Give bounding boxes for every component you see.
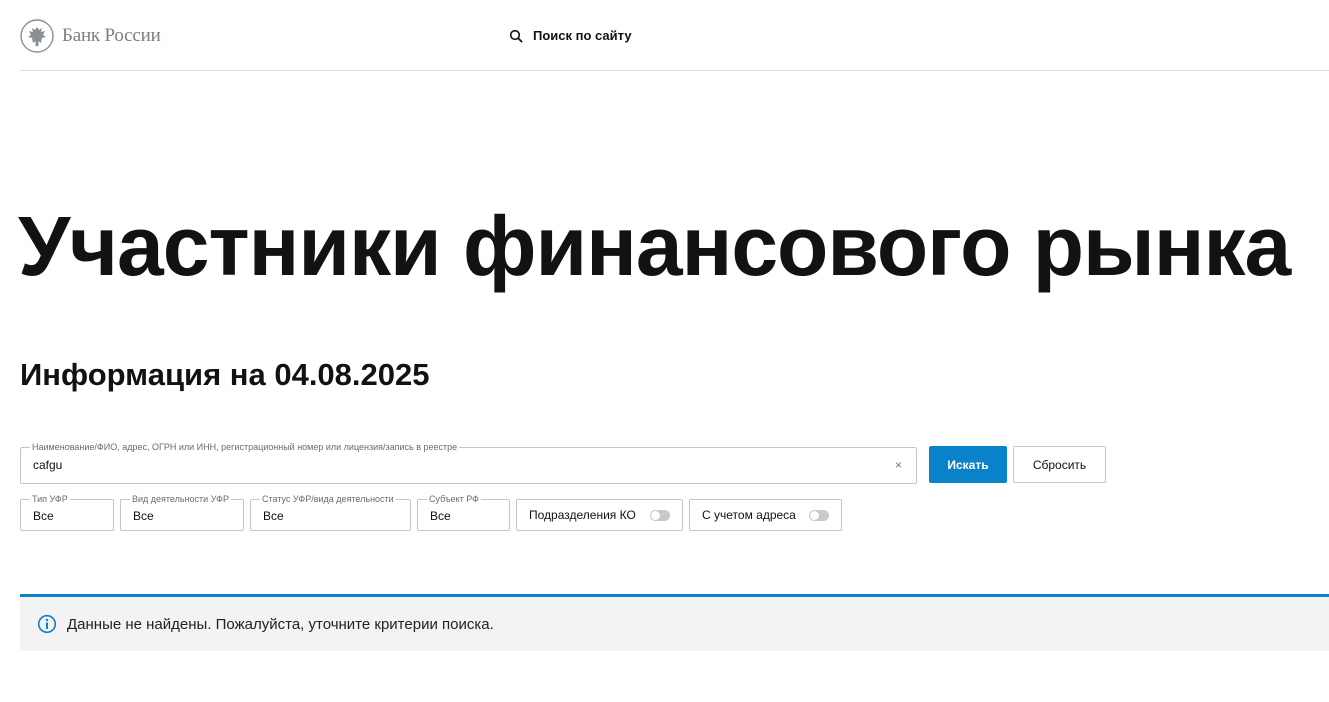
info-icon [37,614,57,634]
filter-activity-select[interactable]: Вид деятельности УФР Все [120,493,244,531]
registry-search-input[interactable]: Наименование/ФИО, адрес, ОГРН или ИНН, р… [20,441,917,484]
bank-logo[interactable]: Банк России [20,19,161,53]
ko-divisions-toggle[interactable]: Подразделения КО [516,499,683,531]
search-button[interactable]: Искать [929,446,1007,483]
filter-activity-legend: Вид деятельности УФР [130,493,231,505]
page-title: Участники финансового рынка [18,199,1291,293]
with-address-label: С учетом адреса [702,508,796,522]
filter-ufr-type-select[interactable]: Тип УФР Все [20,493,114,531]
filter-ufr-type-legend: Тип УФР [30,493,70,505]
filter-region-legend: Субъект РФ [427,493,481,505]
site-header: Банк России Поиск по сайту [20,0,1329,71]
filter-ufr-type-value: Все [33,509,54,523]
with-address-switch[interactable] [809,510,829,521]
filter-status-value: Все [263,509,284,523]
logo-text: Банк России [62,25,161,46]
registry-search-value[interactable]: cafgu [33,458,62,472]
ko-divisions-label: Подразделения КО [529,508,636,522]
filter-status-select[interactable]: Статус УФР/вида деятельности Все [250,493,411,531]
no-results-notice: Данные не найдены. Пожалуйста, уточните … [20,594,1329,651]
filter-status-legend: Статус УФР/вида деятельности [260,493,396,505]
reset-button[interactable]: Сбросить [1013,446,1106,483]
eagle-emblem-icon [20,19,54,53]
search-icon [509,29,523,43]
filter-activity-value: Все [133,509,154,523]
registry-search-legend: Наименование/ФИО, адрес, ОГРН или ИНН, р… [30,441,460,453]
filter-region-value: Все [430,509,451,523]
filter-region-select[interactable]: Субъект РФ Все [417,493,510,531]
toggle-knob [810,511,819,520]
notice-text: Данные не найдены. Пожалуйста, уточните … [67,615,494,633]
info-date-heading: Информация на 04.08.2025 [20,357,430,392]
site-search-label: Поиск по сайту [533,28,632,43]
ko-divisions-switch[interactable] [650,510,670,521]
site-search-link[interactable]: Поиск по сайту [509,28,632,43]
toggle-knob [651,511,660,520]
clear-icon[interactable]: × [895,458,902,472]
with-address-toggle[interactable]: С учетом адреса [689,499,842,531]
